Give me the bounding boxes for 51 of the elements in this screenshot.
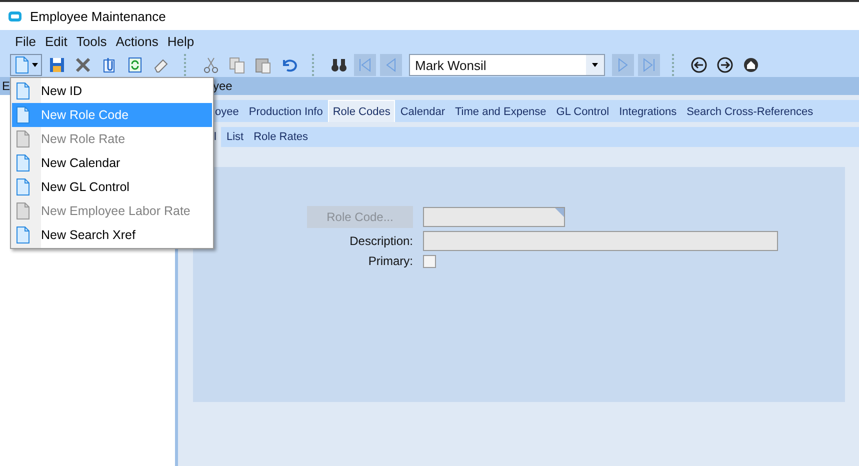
delete-icon [74,56,92,74]
caret-icon [32,63,38,67]
role-code-field[interactable] [423,207,565,227]
document-icon [16,82,30,100]
document-icon [16,226,30,244]
menu-item[interactable]: Edit [44,34,68,49]
document-icon [16,202,30,220]
cut-icon [202,56,220,74]
paste-icon [254,56,272,74]
tab[interactable]: GL Control [551,100,614,122]
tab[interactable]: Integrations [614,100,682,122]
sub-tab[interactable]: Role Rates [248,127,313,147]
tab[interactable]: Calendar [395,100,450,122]
refresh-icon [126,56,144,74]
tab[interactable]: oyee [210,100,244,122]
save-icon [48,56,66,74]
tab[interactable]: Time and Expense [450,100,552,122]
new-button[interactable] [10,54,42,76]
sub-tab[interactable]: List [221,127,249,147]
menu-item[interactable]: New ID [12,79,212,103]
forward-icon [716,56,734,74]
description-field[interactable] [423,231,778,251]
menu-item[interactable]: New Calendar [12,151,212,175]
back-icon [690,56,708,74]
window-title: Employee Maintenance [30,8,166,24]
tab[interactable]: Role Codes [328,100,396,122]
panel-header: yee [212,79,232,93]
menu-item[interactable]: New Search Xref [12,223,212,247]
corner-icon [555,208,564,217]
menu-item[interactable]: New GL Control [12,175,212,199]
app-icon [8,10,22,22]
primary-checkbox[interactable] [423,254,436,268]
document-icon [16,154,30,172]
home-icon [742,56,760,74]
binoculars-icon [330,56,348,74]
panel-header: E [2,79,10,93]
menu-item[interactable]: Help [167,34,194,49]
document-icon [16,106,30,124]
caret-icon [592,63,598,67]
menu-item[interactable]: File [15,34,36,49]
record-combo[interactable]: Mark Wonsil [409,54,605,76]
document-icon [14,56,28,74]
field-label: Primary: [367,254,413,268]
document-icon [16,130,30,148]
menu-item[interactable]: Actions [116,34,158,49]
tab[interactable]: Production Info [244,100,328,122]
document-icon [16,178,30,196]
field-label: Description: [348,234,413,248]
menu-item[interactable]: Tools [76,34,107,49]
copy-icon [228,56,246,74]
tab[interactable]: Search Cross-References [682,100,818,122]
